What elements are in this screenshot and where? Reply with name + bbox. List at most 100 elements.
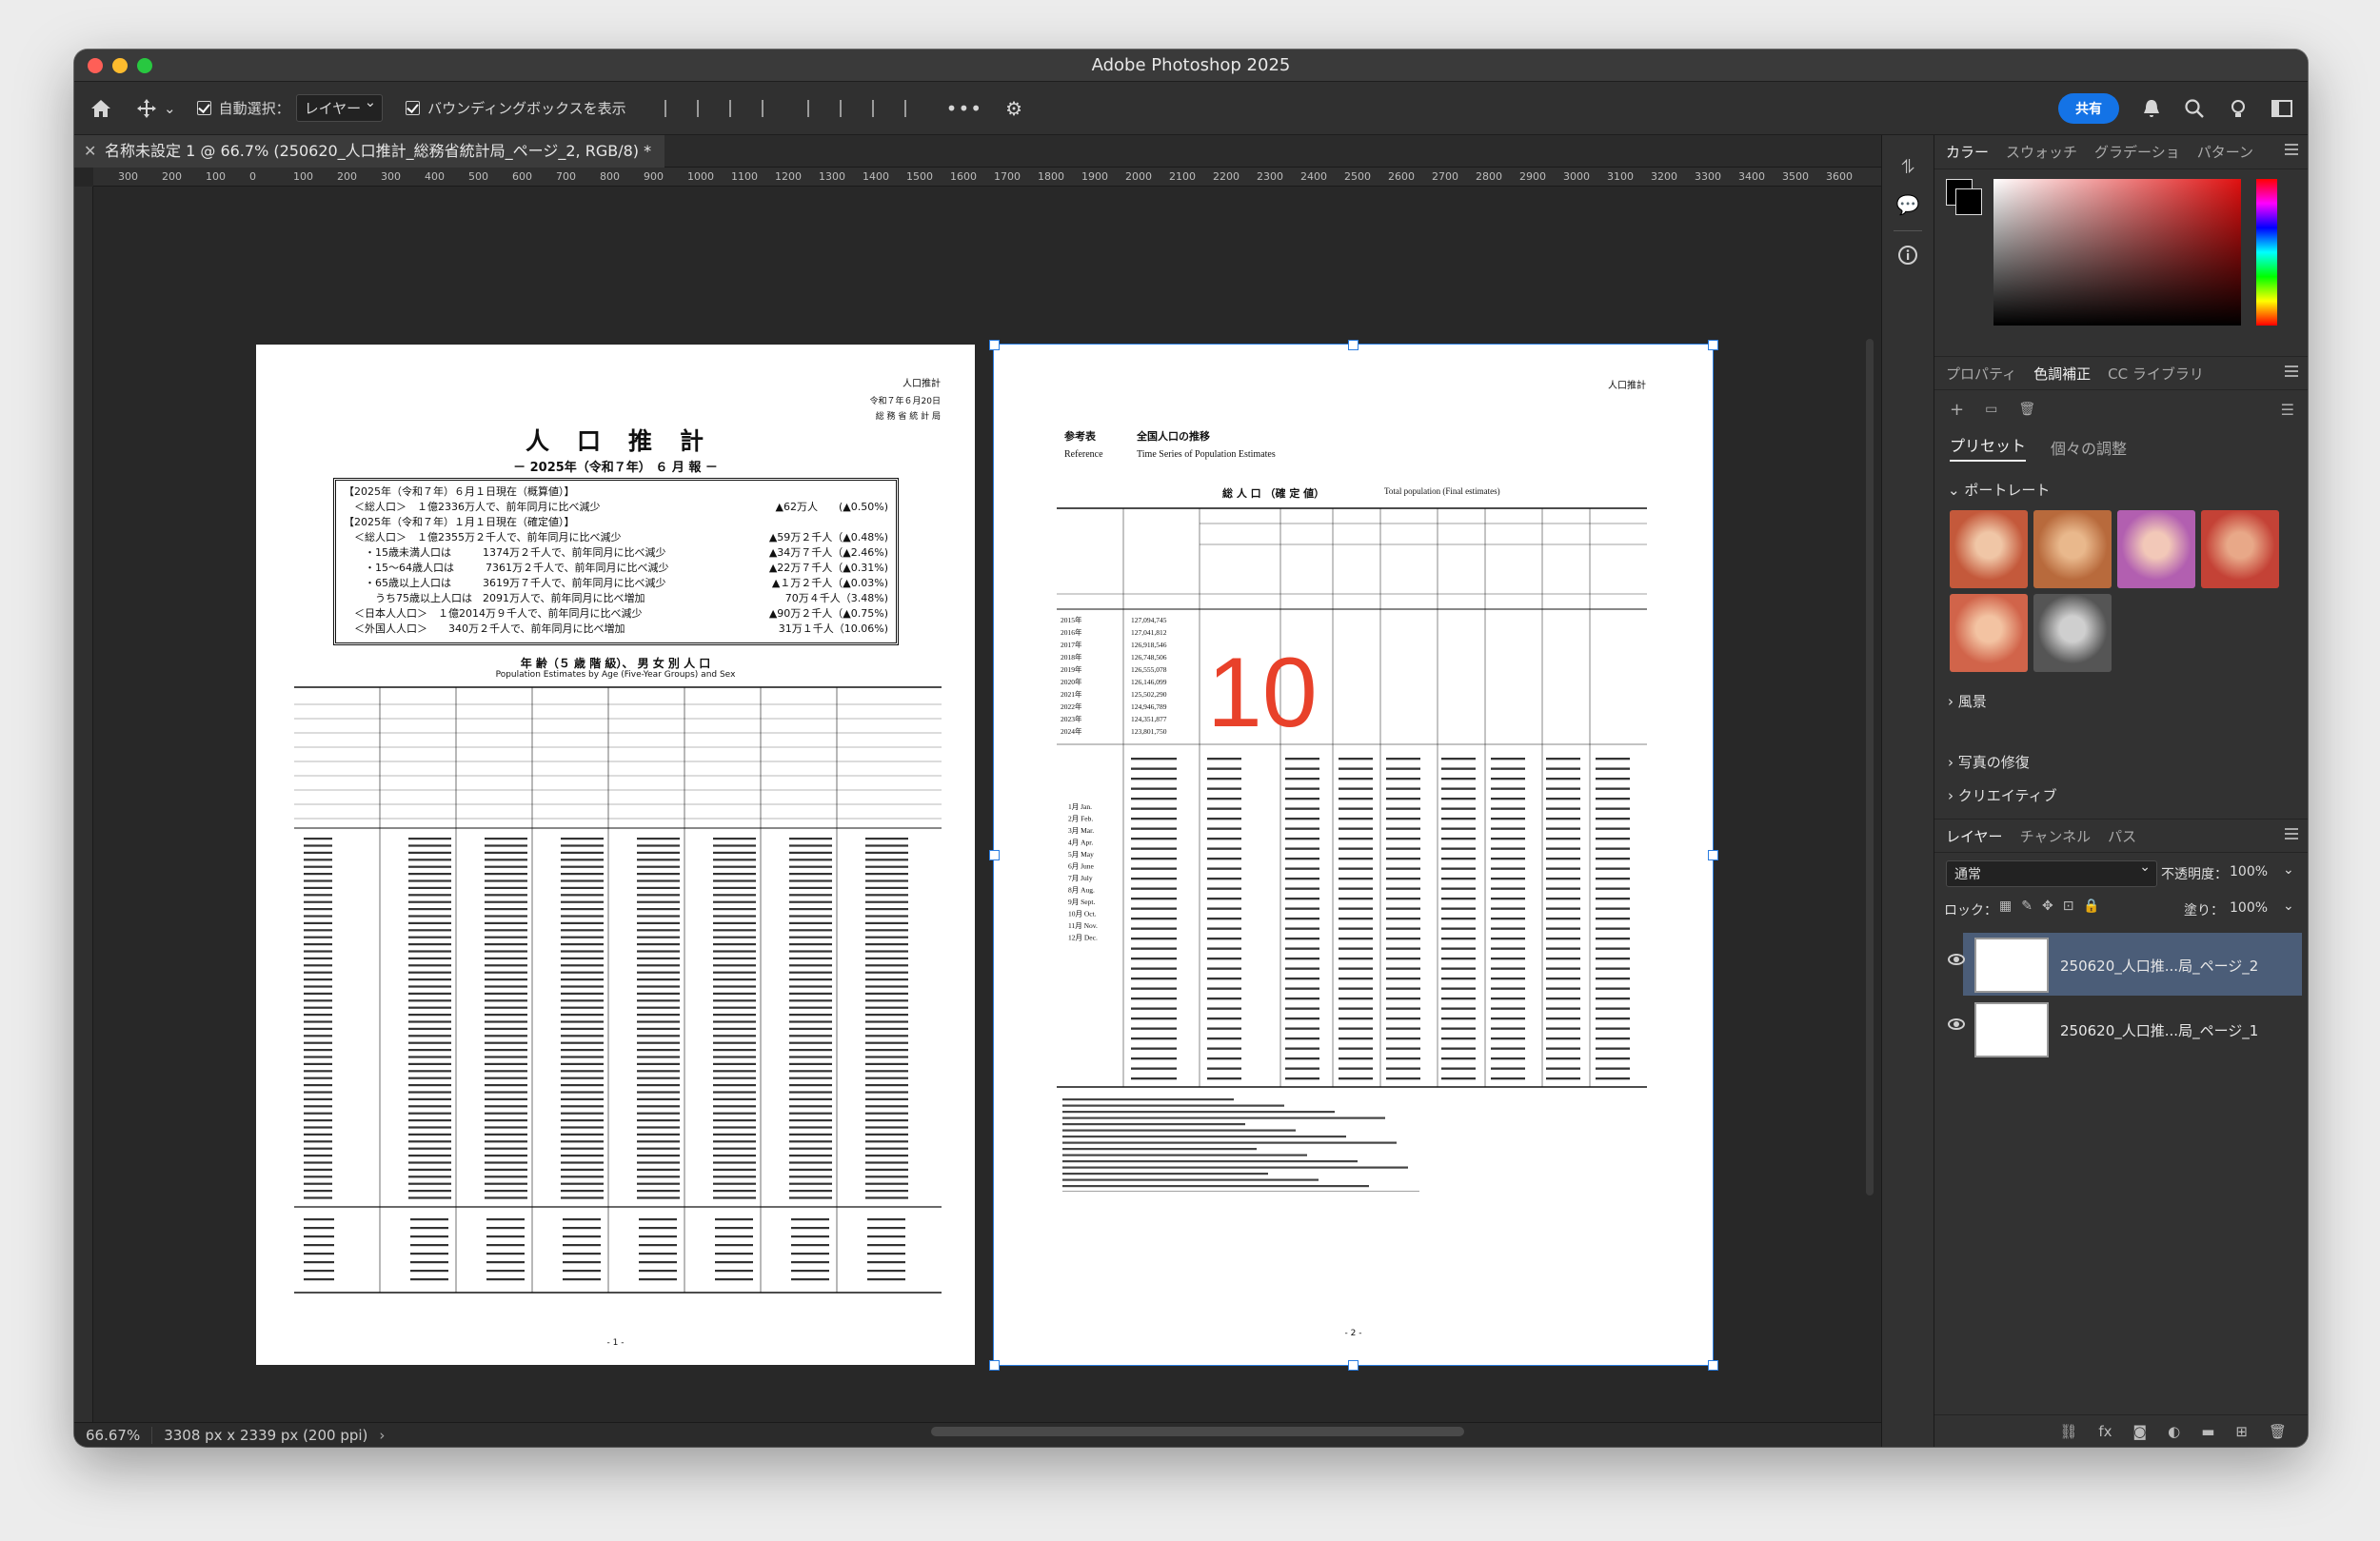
list-view-icon[interactable]: ☰	[2281, 401, 2294, 419]
section-portrait[interactable]: ⌄ ポートレート	[1948, 480, 2050, 500]
distribute-icon[interactable]	[761, 99, 775, 117]
info-icon[interactable]	[1895, 245, 1920, 269]
background-color-swatch[interactable]	[1955, 188, 1982, 215]
section-landscape[interactable]: › 風景	[1948, 691, 1987, 711]
auto-select-toggle[interactable]: 自動選択： レイヤー	[189, 82, 391, 134]
tab-presets[interactable]: プリセット	[1950, 433, 2027, 462]
transform-handle[interactable]	[989, 1360, 1000, 1371]
folder-icon[interactable]: ▬	[2201, 1423, 2214, 1440]
saturation-field[interactable]	[1993, 179, 2241, 326]
align-bottom-icon[interactable]	[871, 99, 885, 117]
workspace-icon[interactable]	[2271, 99, 2294, 118]
chevron-down-icon[interactable]: ⌄	[2283, 899, 2294, 914]
transform-handle[interactable]	[989, 340, 1000, 350]
preset-thumbnail[interactable]	[1950, 510, 2028, 588]
comments-icon[interactable]: 💬	[1895, 192, 1920, 217]
horizontal-scrollbar[interactable]	[931, 1427, 1464, 1436]
history-icon[interactable]: ⥮	[1895, 154, 1920, 179]
lightbulb-icon[interactable]	[2228, 97, 2249, 120]
layer-icon[interactable]: ▭	[1985, 402, 1997, 417]
transform-handle[interactable]	[1708, 850, 1718, 860]
vertical-scrollbar[interactable]	[1866, 339, 1874, 1195]
ref-title: 全国人口の推移	[1137, 430, 1210, 443]
vertical-ruler[interactable]	[74, 187, 93, 1447]
document-page-1[interactable]: 人口推計 令和７年６月20日総 務 省 統 計 局 人 口 推 計 － 2025…	[256, 345, 975, 1365]
align-vcenter-icon[interactable]	[839, 99, 853, 117]
bbox-checkbox[interactable]	[406, 101, 421, 115]
more-options-icon[interactable]: •••	[946, 97, 982, 120]
add-icon[interactable]: +	[1950, 400, 1964, 420]
share-button[interactable]: 共有	[2058, 93, 2119, 124]
chevron-right-icon[interactable]: ›	[379, 1427, 385, 1444]
home-icon[interactable]	[74, 82, 128, 134]
tab-channels[interactable]: チャンネル	[2020, 826, 2092, 846]
bbox-toggle[interactable]: バウンディングボックスを表示	[398, 82, 634, 134]
document-page-2[interactable]: 人口推計 参考表 全国人口の推移 Reference Time Series o…	[993, 344, 1714, 1366]
align-left-icon[interactable]	[664, 99, 678, 117]
eye-icon[interactable]	[1948, 954, 1965, 965]
chevron-down-icon[interactable]: ⌄	[2283, 862, 2294, 878]
tab-swatches[interactable]: スウォッチ	[2006, 142, 2077, 162]
tab-paths[interactable]: パス	[2108, 826, 2136, 846]
tab-pattern[interactable]: パターン	[2197, 142, 2253, 162]
distribute-vertical-icon[interactable]	[903, 99, 918, 117]
document-tab[interactable]: ✕ 名称未設定 1 @ 66.7% (250620_人口推計_総務省統計局_ペー…	[74, 135, 664, 168]
link-icon[interactable]: ⛓	[2059, 1423, 2077, 1440]
lock-icons[interactable]: ▦✎✥⊡🔒	[1999, 899, 2110, 914]
adjustment-layer-icon[interactable]: ◐	[2168, 1423, 2180, 1440]
zoom-level[interactable]: 66.67%	[74, 1426, 153, 1444]
layer-row[interactable]: 250620_人口推...局_ページ_1	[1948, 999, 2287, 1060]
section-creative[interactable]: › クリエイティブ	[1934, 786, 2308, 819]
hue-slider[interactable]	[2256, 179, 2277, 326]
panel-menu-icon[interactable]	[2285, 365, 2298, 377]
canvas-area[interactable]: 人口推計 令和７年６月20日総 務 省 統 計 局 人 口 推 計 － 2025…	[93, 187, 1881, 1447]
transform-handle[interactable]	[1348, 340, 1359, 350]
transform-handle[interactable]	[1708, 340, 1718, 350]
new-layer-icon[interactable]: ⊞	[2235, 1423, 2248, 1440]
tab-cc-libraries[interactable]: CC ライブラリ	[2108, 364, 2204, 384]
preset-thumbnail[interactable]	[2201, 510, 2279, 588]
layer-row[interactable]: 250620_人口推...局_ページ_2	[1948, 935, 2287, 996]
preset-thumbnail[interactable]	[1950, 594, 2028, 672]
tab-individual[interactable]: 個々の調整	[2051, 436, 2127, 459]
mask-icon[interactable]: ◙	[2133, 1423, 2148, 1440]
tab-adjustments[interactable]: 色調補正	[2033, 364, 2091, 384]
auto-select-checkbox[interactable]	[196, 101, 211, 115]
blend-mode-dropdown[interactable]: 通常	[1946, 859, 2157, 887]
maximize-window-icon[interactable]	[137, 58, 152, 73]
section-photo-repair[interactable]: › 写真の修復	[1934, 739, 2308, 786]
close-tab-icon[interactable]: ✕	[84, 135, 96, 168]
preset-thumbnail[interactable]	[2033, 510, 2112, 588]
opacity-value[interactable]: 100%	[2230, 864, 2268, 879]
transform-handle[interactable]	[1708, 1360, 1718, 1371]
panel-menu-icon[interactable]	[2285, 144, 2298, 155]
tab-properties[interactable]: プロパティ	[1946, 364, 2016, 384]
auto-select-dropdown[interactable]: レイヤー	[295, 93, 384, 122]
transform-handle[interactable]	[1348, 1360, 1359, 1371]
tab-gradient[interactable]: グラデーショ	[2094, 142, 2180, 162]
transform-handle[interactable]	[989, 850, 1000, 860]
preset-thumbnail[interactable]	[2033, 594, 2112, 672]
trash-icon[interactable]: 🗑	[2018, 402, 2035, 417]
search-icon[interactable]	[2184, 98, 2205, 119]
gear-icon[interactable]: ⚙	[1005, 97, 1022, 120]
move-tool-icon[interactable]: ⌄	[128, 82, 184, 134]
fx-icon[interactable]: fx	[2098, 1423, 2112, 1440]
panel-menu-icon[interactable]	[2285, 828, 2298, 840]
horizontal-ruler[interactable]: 300 200 100 0 100 200 300 400 500 600 700 800 900 100…	[93, 168, 1881, 187]
minimize-window-icon[interactable]	[112, 58, 128, 73]
align-hcenter-icon[interactable]	[696, 99, 710, 117]
align-right-icon[interactable]	[728, 99, 743, 117]
eye-icon[interactable]	[1948, 1018, 1965, 1030]
preset-thumbnail[interactable]	[2117, 510, 2195, 588]
chevron-down-icon[interactable]: ⌄	[164, 100, 176, 117]
tab-color[interactable]: カラー	[1946, 142, 1989, 162]
month-cell: 5月 May	[1068, 850, 1094, 859]
overlay-text-layer[interactable]: 10	[1207, 643, 1318, 742]
fill-value[interactable]: 100%	[2230, 900, 2268, 916]
close-window-icon[interactable]	[88, 58, 103, 73]
bell-icon[interactable]	[2142, 98, 2161, 119]
align-top-icon[interactable]	[806, 99, 821, 117]
tab-layers[interactable]: レイヤー	[1946, 826, 2003, 846]
trash-icon[interactable]: 🗑	[2269, 1423, 2287, 1440]
